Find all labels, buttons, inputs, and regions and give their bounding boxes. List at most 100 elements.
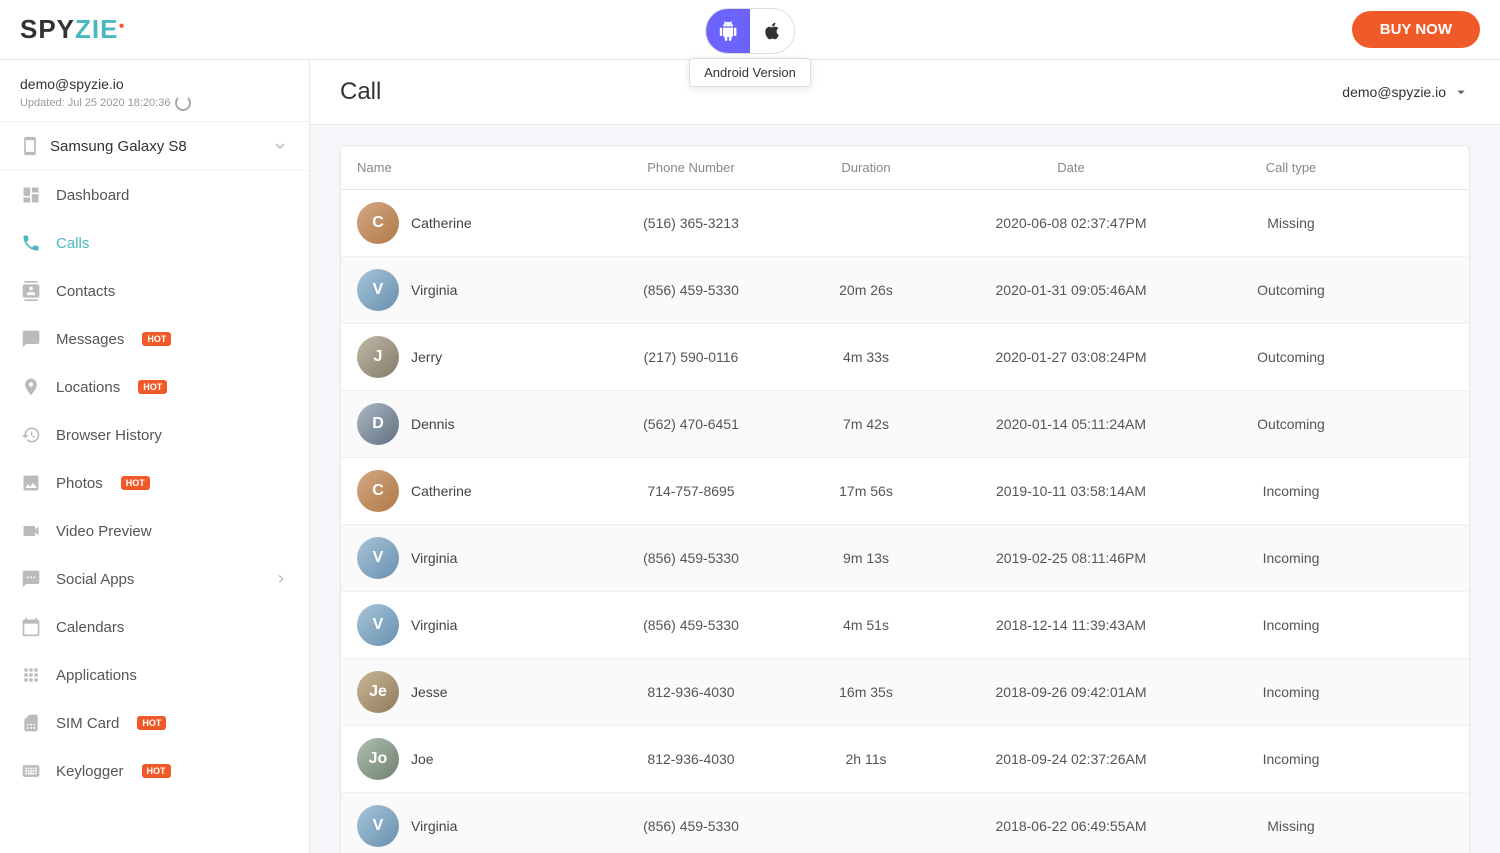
sidebar-item-sim-card[interactable]: SIM Card HOT [0,699,309,747]
name-cell: C Catherine [341,458,591,524]
user-menu[interactable]: demo@spyzie.io [1342,83,1470,101]
table-row: V Virginia (856) 459-5330 4m 51s 2018-12… [341,592,1469,659]
table-row: Jo Joe 812-936-4030 2h 11s 2018-09-24 02… [341,726,1469,793]
social-apps-label: Social Apps [56,571,134,588]
avatar: D [357,403,399,445]
call-type-cell: Outcoming [1201,404,1381,444]
account-updated: Updated: Jul 25 2020 18:20:36 [20,95,289,111]
duration-cell: 4m 33s [791,337,941,377]
duration-cell: 2h 11s [791,739,941,779]
sidebar-item-messages[interactable]: Messages HOT [0,315,309,363]
ios-platform-btn[interactable] [750,9,794,53]
user-email: demo@spyzie.io [1342,84,1446,100]
call-type-cell: Incoming [1201,672,1381,712]
contacts-icon [20,280,42,302]
locations-hot-badge: HOT [138,380,167,394]
name-cell: V Virginia [341,592,591,658]
photos-hot-badge: HOT [121,476,150,490]
app-body: demo@spyzie.io Updated: Jul 25 2020 18:2… [0,60,1500,853]
platform-icons[interactable] [705,8,795,54]
duration-cell: 20m 26s [791,270,941,310]
duration-cell [791,814,941,838]
name-cell: V Virginia [341,257,591,323]
call-type-cell: Missing [1201,203,1381,243]
col-name: Name [341,146,591,189]
locations-icon [20,376,42,398]
name-cell: Jo Joe [341,726,591,792]
calendars-label: Calendars [56,619,124,636]
col-duration: Duration [791,146,941,189]
phone-cell: (217) 590-0116 [591,337,791,377]
name-cell: V Virginia [341,525,591,591]
contact-name: Virginia [411,818,457,834]
video-preview-icon [20,520,42,542]
avatar: V [357,269,399,311]
sidebar-item-browser-history[interactable]: Browser History [0,411,309,459]
duration-cell: 4m 51s [791,605,941,645]
avatar: J [357,336,399,378]
video-preview-label: Video Preview [56,523,152,540]
sidebar-account: demo@spyzie.io Updated: Jul 25 2020 18:2… [0,60,309,122]
sidebar-item-dashboard[interactable]: Dashboard [0,171,309,219]
sidebar-item-calls[interactable]: Calls [0,219,309,267]
sidebar-item-keylogger[interactable]: Keylogger HOT [0,747,309,795]
phone-cell: (856) 459-5330 [591,806,791,846]
contact-name: Virginia [411,282,457,298]
top-navigation: SPYZIE● Android Version BUY NOW [0,0,1500,60]
sidebar: demo@spyzie.io Updated: Jul 25 2020 18:2… [0,60,310,853]
contact-name: Virginia [411,550,457,566]
call-type-cell: Incoming [1201,739,1381,779]
avatar: Jo [357,738,399,780]
call-type-cell: Incoming [1201,471,1381,511]
refresh-icon[interactable] [175,95,191,111]
applications-icon [20,664,42,686]
browser-history-label: Browser History [56,427,162,444]
sidebar-item-calendars[interactable]: Calendars [0,603,309,651]
duration-cell: 16m 35s [791,672,941,712]
contact-name: Catherine [411,483,472,499]
table-row: V Virginia (856) 459-5330 2018-06-22 06:… [341,793,1469,853]
sidebar-item-social-apps[interactable]: Social Apps [0,555,309,603]
sidebar-item-applications[interactable]: Applications [0,651,309,699]
user-menu-chevron-icon [1452,83,1470,101]
date-cell: 2018-09-24 02:37:26AM [941,739,1201,779]
call-type-cell: Outcoming [1201,337,1381,377]
device-row[interactable]: Samsung Galaxy S8 [0,122,309,171]
table-row: V Virginia (856) 459-5330 9m 13s 2019-02… [341,525,1469,592]
device-chevron-icon [271,137,289,155]
call-table-body: C Catherine (516) 365-3213 2020-06-08 02… [341,190,1469,853]
sidebar-item-photos[interactable]: Photos HOT [0,459,309,507]
photos-label: Photos [56,475,103,492]
contacts-label: Contacts [56,283,115,300]
device-name: Samsung Galaxy S8 [20,136,187,156]
messages-icon [20,328,42,350]
call-type-cell: Incoming [1201,605,1381,645]
phone-cell: (562) 470-6451 [591,404,791,444]
date-cell: 2020-01-27 03:08:24PM [941,337,1201,377]
contact-name: Dennis [411,416,455,432]
platform-tooltip: Android Version [689,58,811,87]
logo-spy: SPY [20,14,75,44]
call-type-cell: Missing [1201,806,1381,846]
applications-label: Applications [56,667,137,684]
account-email: demo@spyzie.io [20,76,289,92]
avatar: C [357,202,399,244]
table-row: V Virginia (856) 459-5330 20m 26s 2020-0… [341,257,1469,324]
sidebar-item-video-preview[interactable]: Video Preview [0,507,309,555]
duration-cell: 9m 13s [791,538,941,578]
android-platform-btn[interactable] [706,9,750,53]
table-row: C Catherine (516) 365-3213 2020-06-08 02… [341,190,1469,257]
phone-cell: (856) 459-5330 [591,270,791,310]
contact-name: Catherine [411,215,472,231]
col-date: Date [941,146,1201,189]
sidebar-item-locations[interactable]: Locations HOT [0,363,309,411]
avatar: Je [357,671,399,713]
buy-now-button[interactable]: BUY NOW [1352,11,1480,48]
name-cell: D Dennis [341,391,591,457]
date-cell: 2018-12-14 11:39:43AM [941,605,1201,645]
dashboard-label: Dashboard [56,187,129,204]
sidebar-item-contacts[interactable]: Contacts [0,267,309,315]
contact-name: Jesse [411,684,448,700]
photos-icon [20,472,42,494]
dashboard-icon [20,184,42,206]
